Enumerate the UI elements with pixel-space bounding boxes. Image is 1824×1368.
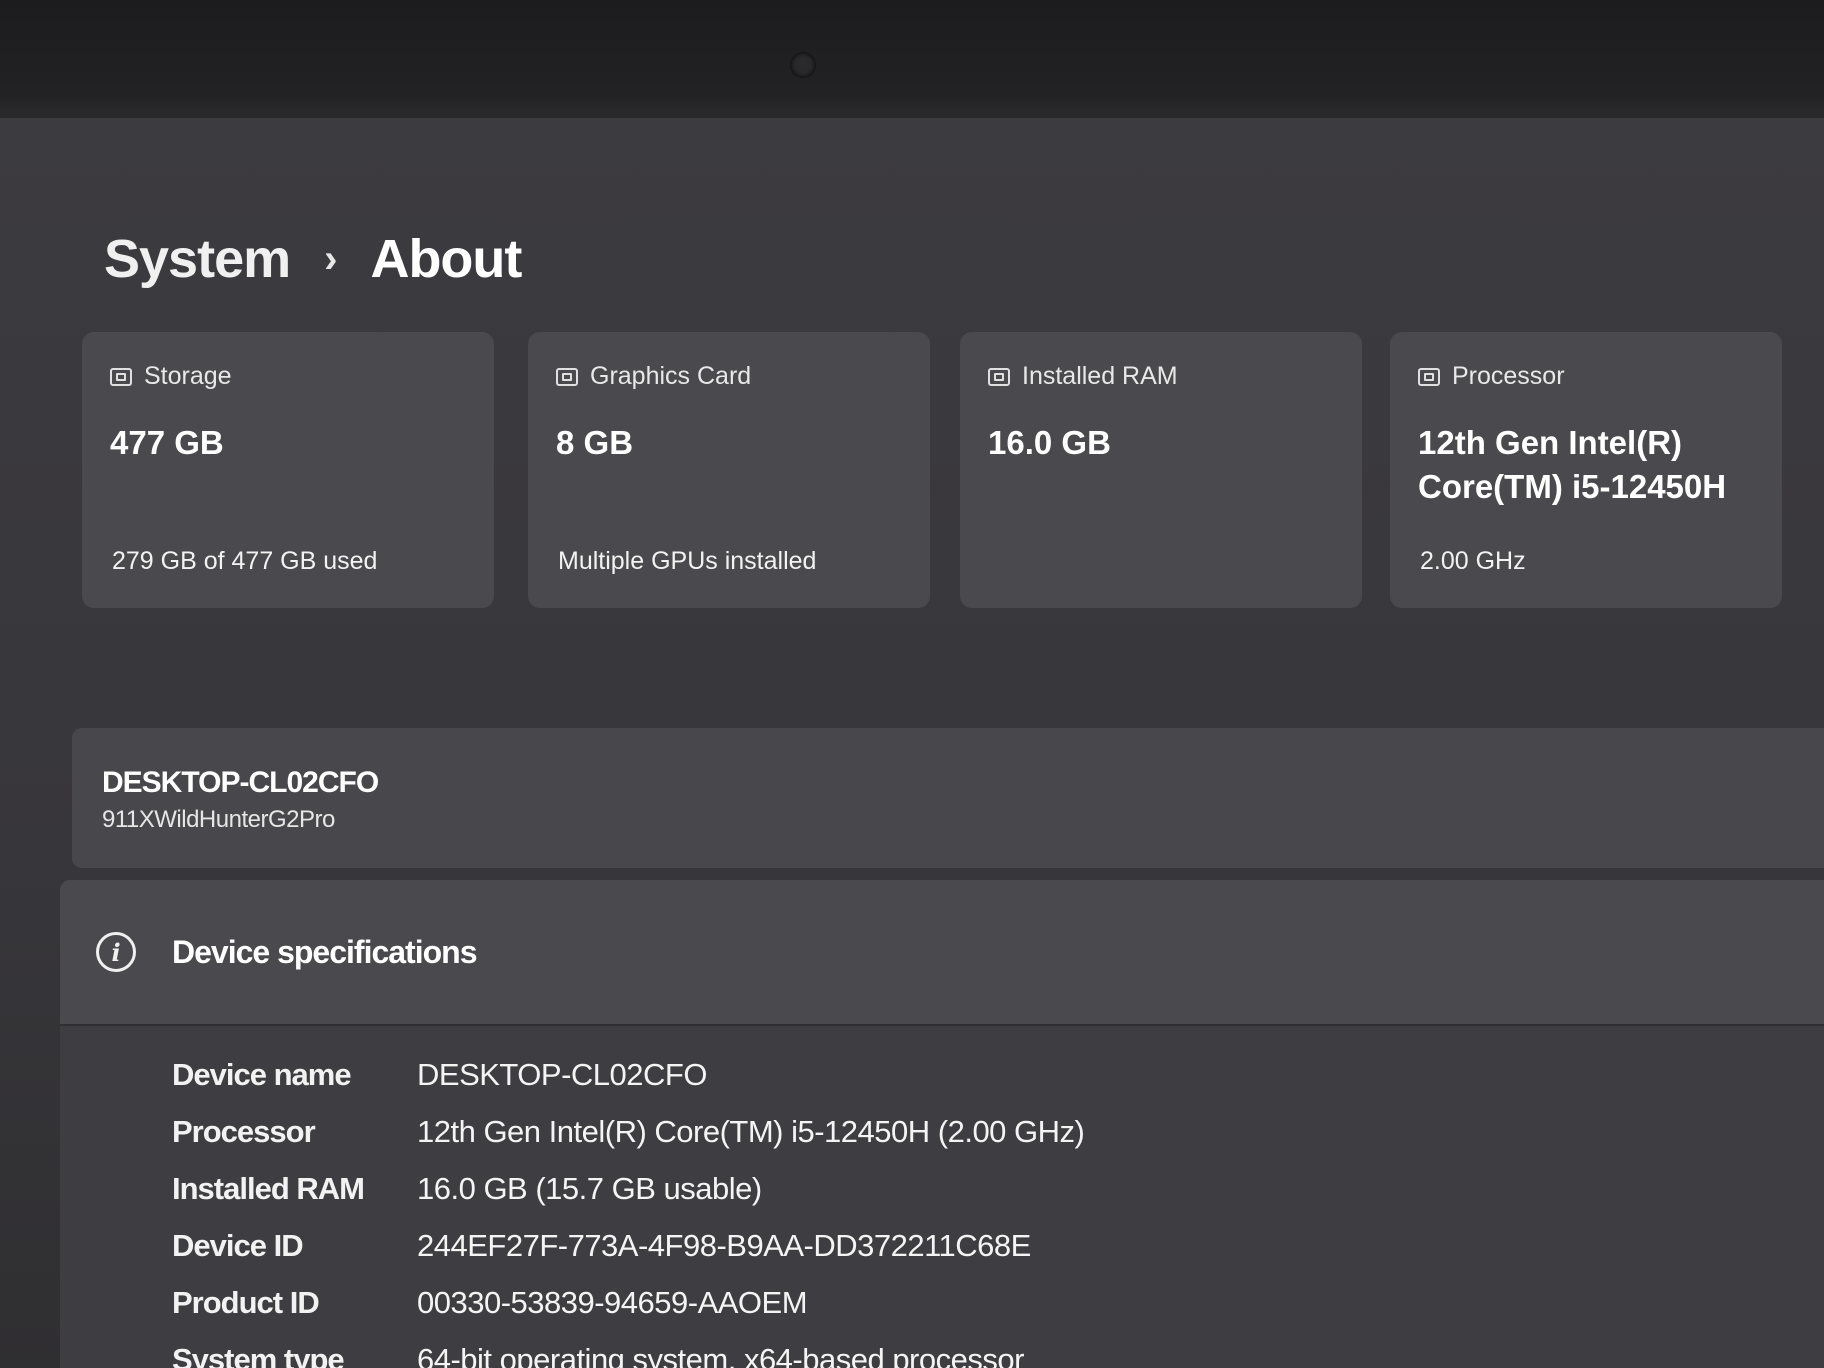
ram-icon: [988, 367, 1010, 386]
spec-value: 12th Gen Intel(R) Core(TM) i5-12450H (2.…: [417, 1113, 1085, 1149]
spec-label: Product ID: [172, 1284, 320, 1320]
laptop-bezel: [0, 0, 1824, 118]
chevron-right-icon: ›: [324, 236, 337, 281]
graphics-card-icon: [556, 367, 578, 386]
breadcrumb-system[interactable]: System: [104, 228, 291, 290]
spec-row: Device name DESKTOP-CL02CFO: [172, 1046, 1824, 1103]
device-name: DESKTOP-CL02CFO: [102, 766, 379, 799]
settings-window: System › About Storage 477 GB 279 GB of …: [0, 118, 1824, 1368]
spec-value: 00330-53839-94659-AAOEM: [417, 1284, 808, 1320]
card-title: Installed RAM: [1022, 362, 1178, 390]
spec-value: 64-bit operating system, x64-based proce…: [417, 1341, 1024, 1368]
processor-card[interactable]: Processor 12th Gen Intel(R) Core(TM) i5-…: [1390, 332, 1782, 608]
spec-value: 244EF27F-773A-4F98-B9AA-DD372211C68E: [417, 1227, 1031, 1263]
info-icon: i: [96, 932, 136, 972]
spec-rows: Device name DESKTOP-CL02CFO Processor 12…: [60, 1026, 1824, 1368]
spec-label: Installed RAM: [172, 1170, 365, 1206]
graphics-card-card[interactable]: Graphics Card 8 GB Multiple GPUs install…: [528, 332, 930, 608]
spec-label: Device name: [172, 1056, 352, 1092]
installed-ram-card[interactable]: Installed RAM 16.0 GB: [960, 332, 1362, 608]
spec-row: Installed RAM 16.0 GB (15.7 GB usable): [172, 1160, 1824, 1217]
spec-row: Processor 12th Gen Intel(R) Core(TM) i5-…: [172, 1103, 1824, 1160]
device-name-banner[interactable]: DESKTOP-CL02CFO 911XWildHunterG2Pro: [72, 728, 1824, 868]
card-value: 16.0 GB: [988, 424, 1111, 461]
section-title: Device specifications: [172, 933, 477, 970]
spec-row: System type 64-bit operating system, x64…: [172, 1331, 1824, 1368]
processor-icon: [1418, 367, 1440, 386]
spec-value: DESKTOP-CL02CFO: [417, 1056, 707, 1092]
card-subtext: Multiple GPUs installed: [558, 547, 817, 575]
page-title: About: [370, 229, 522, 289]
device-model: 911XWildHunterG2Pro: [102, 806, 335, 833]
card-title: Graphics Card: [590, 362, 752, 390]
spec-label: Processor: [172, 1113, 316, 1149]
spec-row: Device ID 244EF27F-773A-4F98-B9AA-DD3722…: [172, 1217, 1824, 1274]
card-subtext: 279 GB of 477 GB used: [112, 547, 378, 575]
card-value: 477 GB: [110, 424, 224, 461]
card-title: Processor: [1452, 362, 1565, 390]
spec-label: System type: [172, 1341, 345, 1368]
spec-value: 16.0 GB (15.7 GB usable): [417, 1170, 762, 1206]
card-value: 8 GB: [556, 424, 634, 461]
device-specifications-header[interactable]: i Device specifications: [60, 880, 1824, 1026]
card-title: Storage: [144, 362, 232, 390]
card-value: 12th Gen Intel(R) Core(TM) i5-12450H: [1418, 424, 1727, 505]
device-specifications-section: i Device specifications Device name DESK…: [60, 880, 1824, 1368]
spec-cards: Storage 477 GB 279 GB of 477 GB used Gra…: [82, 332, 1782, 608]
storage-icon: [110, 367, 132, 386]
card-subtext: 2.00 GHz: [1420, 547, 1526, 575]
storage-card[interactable]: Storage 477 GB 279 GB of 477 GB used: [82, 332, 494, 608]
spec-label: Device ID: [172, 1227, 304, 1263]
webcam: [790, 52, 816, 78]
breadcrumb: System › About: [104, 228, 522, 290]
spec-row: Product ID 00330-53839-94659-AAOEM: [172, 1274, 1824, 1331]
